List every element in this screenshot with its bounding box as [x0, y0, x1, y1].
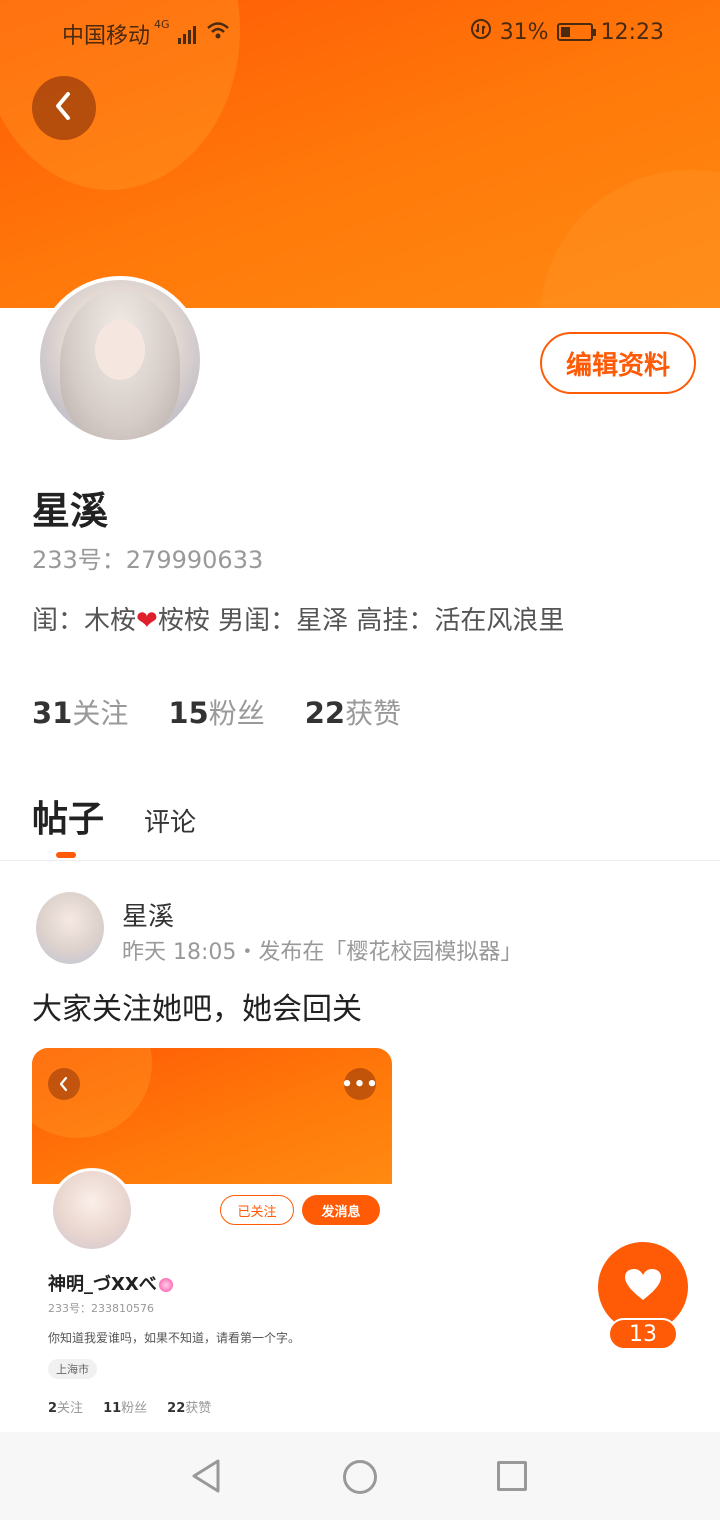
carrier-label: 中国移动 — [62, 24, 151, 49]
data-saver-icon — [470, 18, 492, 46]
profile-bio: 闺：木桉❤桉桉 男闺：星泽 高挂：活在风浪里 — [32, 600, 564, 637]
network-type: 4G — [154, 18, 170, 31]
bio-text-part2: 桉桉 男闺：星泽 高挂：活在风浪里 — [157, 606, 565, 636]
edit-profile-button[interactable]: 编辑资料 — [540, 332, 696, 394]
post-image-message-button: 发消息 — [302, 1195, 380, 1225]
stat-label: 粉丝 — [208, 697, 265, 730]
wifi-icon — [206, 21, 230, 47]
profile-stats: 31关注 15粉丝 22获赞 — [32, 692, 401, 732]
post-text[interactable]: 大家关注她吧，她会回关 — [32, 984, 362, 1028]
stat-label: 粉丝 — [121, 1401, 148, 1416]
avatar[interactable] — [36, 276, 204, 444]
profile-tabs: 帖子 评论 — [32, 790, 196, 858]
stat-label: 关注 — [57, 1401, 84, 1416]
post-image-more-icon: ••• — [341, 1068, 378, 1100]
battery-icon — [556, 23, 596, 41]
post-image-followed-button: 已关注 — [220, 1195, 294, 1225]
post-image-uid: 233号：233810576 — [48, 1302, 154, 1315]
status-bar: 中国移动 4G 31% 12:23 — [0, 0, 720, 62]
stat-number: 22 — [304, 696, 346, 730]
circle-home-icon[interactable] — [343, 1460, 377, 1494]
signal-icon — [177, 24, 196, 44]
post-image-back-icon — [48, 1068, 80, 1100]
profile-uid: 233号：279990633 — [32, 546, 264, 574]
stat-likes[interactable]: 22获赞 — [305, 692, 401, 732]
profile-name: 星溪 — [32, 489, 109, 533]
post-meta: 昨天 18:05・发布在「樱花校园模拟器」 — [122, 940, 523, 965]
tab-posts-label: 帖子 — [32, 799, 105, 840]
back-button[interactable] — [32, 76, 96, 140]
stat-followers[interactable]: 15粉丝 — [168, 692, 264, 732]
stat-number: 31 — [32, 696, 73, 730]
tab-posts[interactable]: 帖子 — [32, 790, 105, 858]
triangle-back-icon[interactable] — [190, 1458, 222, 1498]
heart-emoji: ❤ — [136, 606, 158, 636]
post-image-stat: 11粉丝 — [103, 1397, 147, 1416]
stat-following[interactable]: 31关注 — [32, 692, 128, 732]
avatar-image — [40, 280, 200, 440]
stat-number: 22 — [167, 1401, 186, 1416]
heart-icon — [624, 1268, 662, 1306]
post-image-stat: 22获赞 — [167, 1397, 211, 1416]
post-author-avatar[interactable] — [36, 892, 104, 964]
post-image-location: 上海市 — [48, 1359, 97, 1379]
stat-number: 11 — [103, 1401, 122, 1416]
stat-number: 15 — [168, 696, 209, 730]
tabs-divider — [0, 860, 720, 861]
tab-comments[interactable]: 评论 — [144, 802, 196, 839]
post-image-stats: 2关注 11粉丝 22获赞 — [48, 1397, 211, 1416]
post-image-name: 神明_づXXべ — [48, 1270, 173, 1296]
square-recents-icon[interactable] — [497, 1461, 527, 1491]
post-image-avatar — [50, 1168, 134, 1252]
stat-label: 关注 — [72, 697, 129, 730]
stat-label: 获赞 — [345, 697, 402, 730]
system-nav-bar — [0, 1432, 720, 1520]
chevron-left-icon — [50, 90, 78, 126]
battery-percent: 31% — [499, 19, 549, 45]
post-image-stat: 2关注 — [48, 1397, 83, 1416]
post-author-name[interactable]: 星溪 — [122, 896, 174, 933]
post-image-header — [32, 1048, 392, 1184]
tab-active-indicator — [56, 852, 76, 858]
bio-text-part1: 闺：木桉 — [32, 606, 137, 636]
like-count-badge: 13 — [608, 1318, 678, 1350]
stat-label: 获赞 — [185, 1401, 212, 1416]
post-image-bio: 你知道我爱谁吗，如果不知道，请看第一个字。 — [48, 1331, 301, 1345]
post-image-name-text: 神明_づXXべ — [48, 1274, 157, 1295]
post-image[interactable]: ••• 已关注 发消息 神明_づXXべ 233号：233810576 你知道我爱… — [32, 1048, 392, 1432]
lollipop-icon — [158, 1278, 173, 1292]
stat-number: 2 — [48, 1401, 58, 1416]
clock: 12:23 — [600, 19, 664, 45]
